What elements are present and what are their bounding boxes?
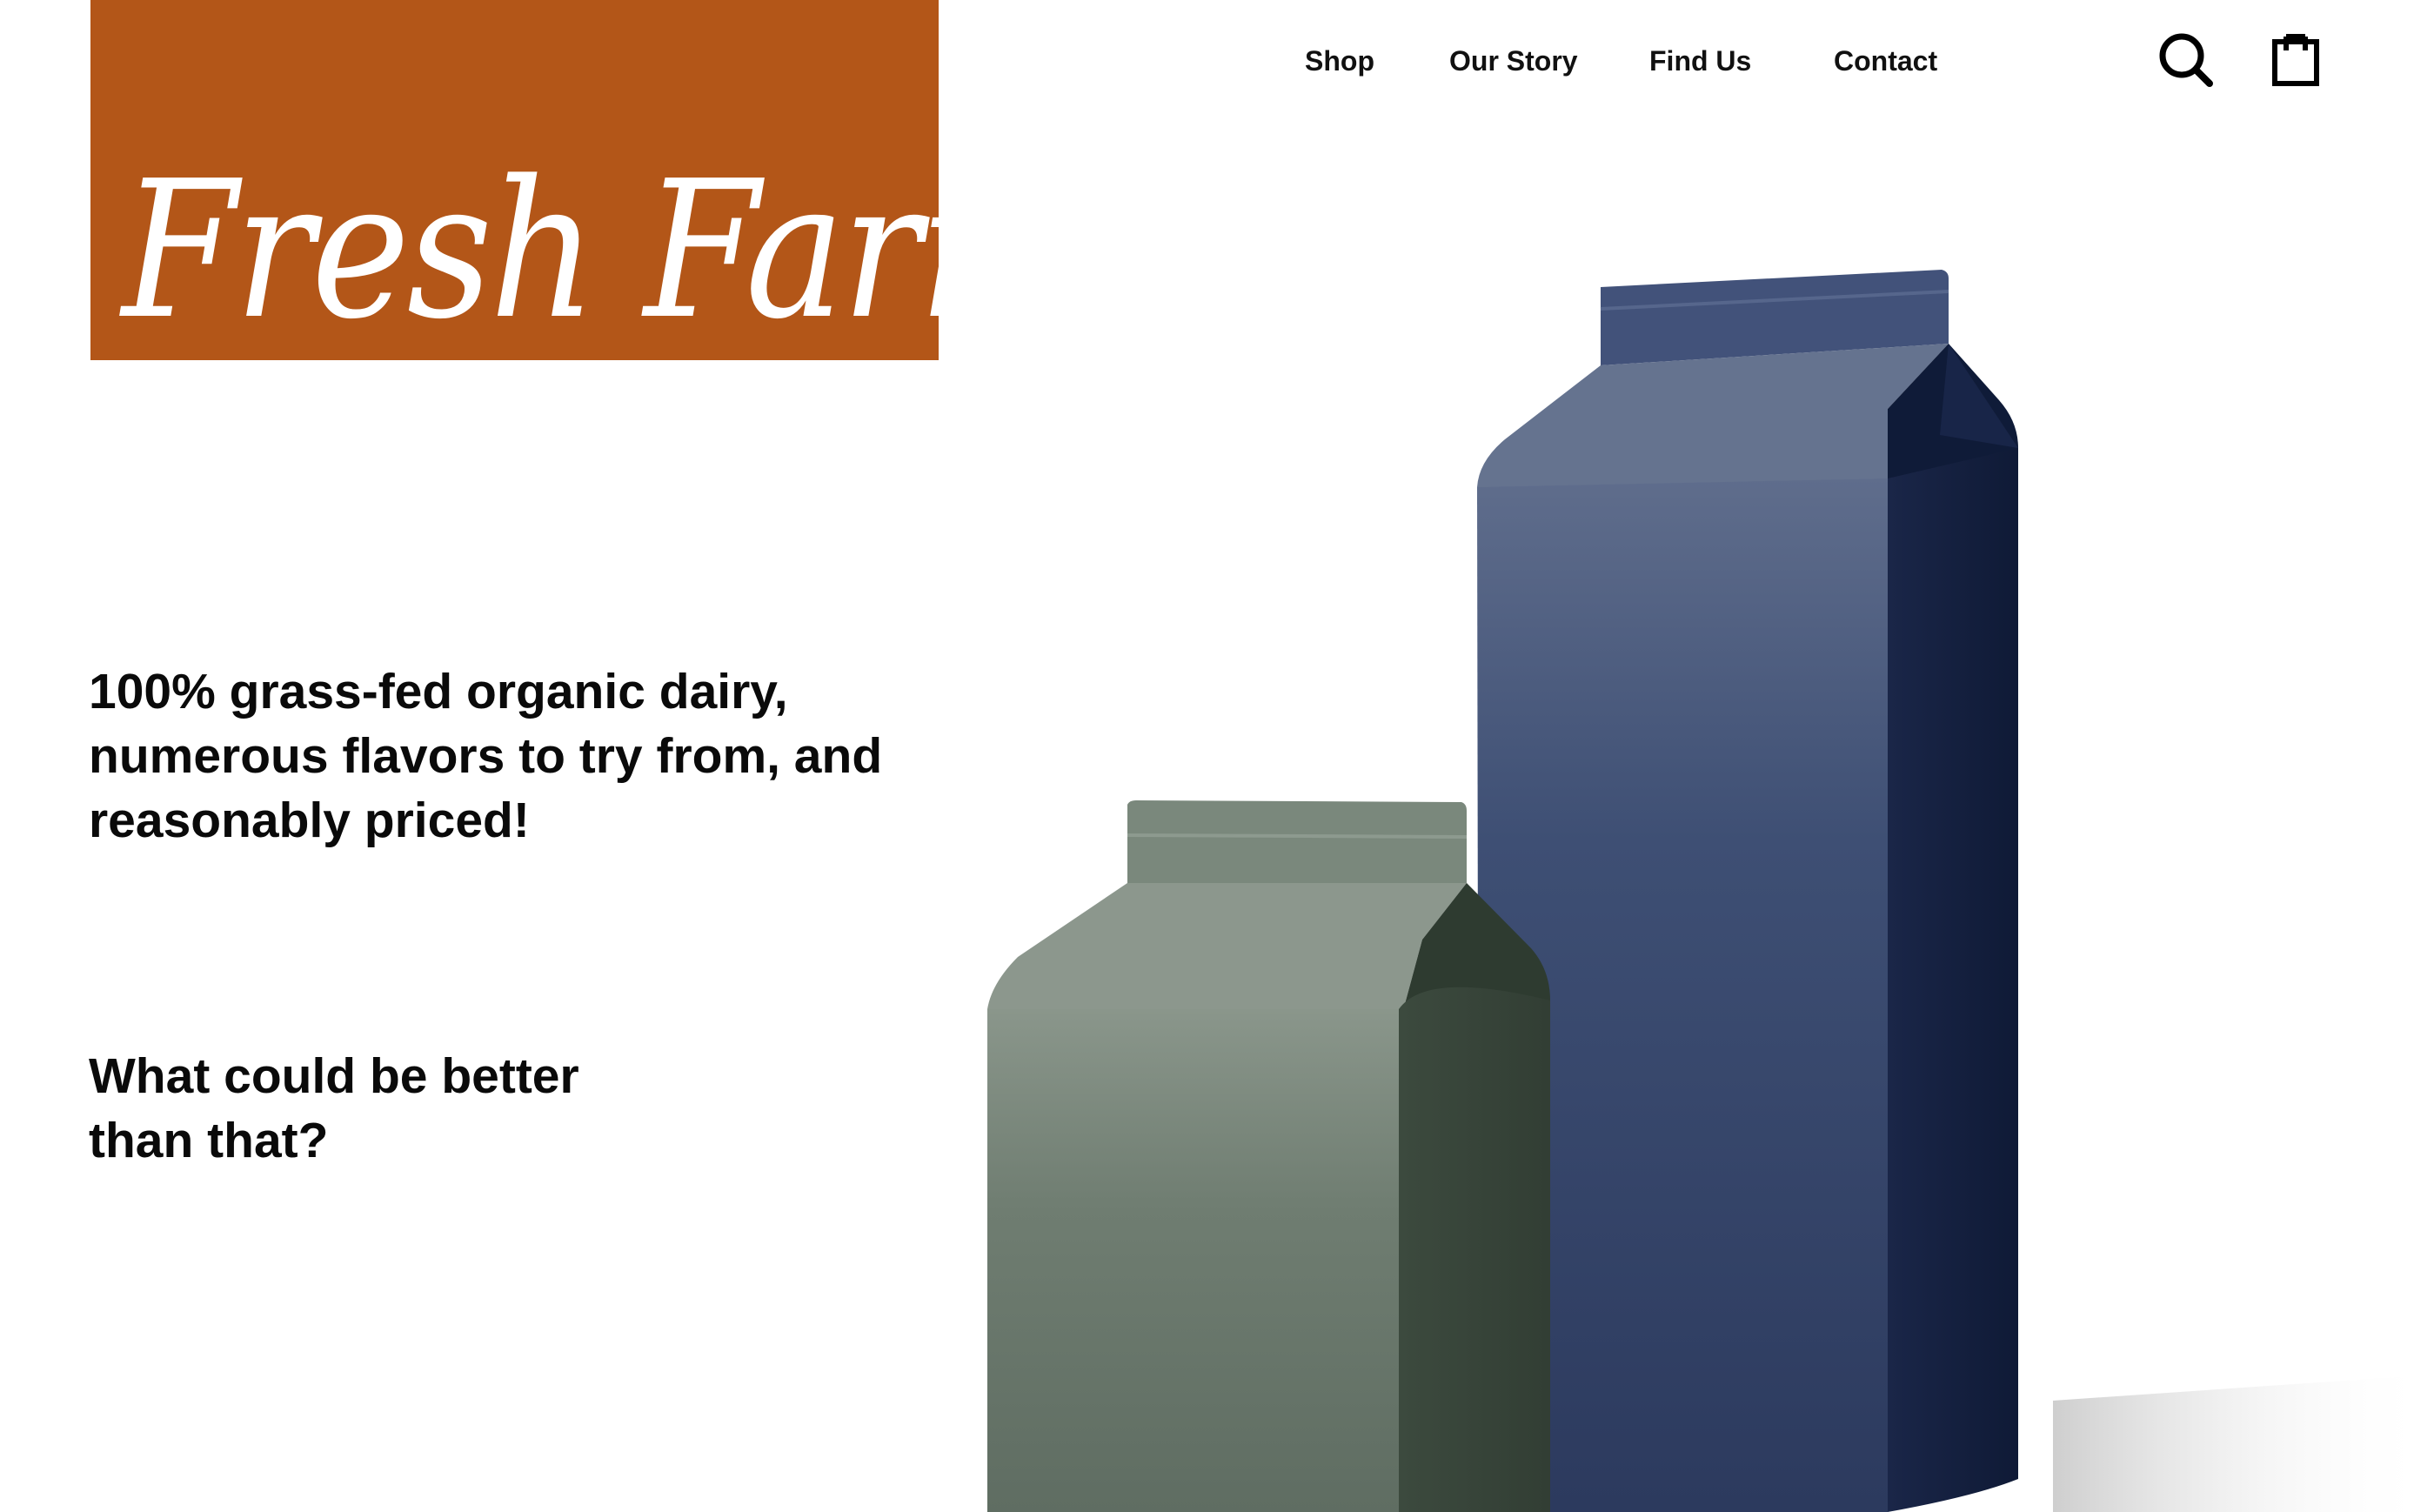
nav-item-find-us[interactable]: Find Us: [1649, 42, 1751, 80]
milk-cartons-image: [987, 270, 2434, 1512]
brand-logo[interactable]: Fresh Farms: [90, 0, 939, 360]
brand-logo-text: Fresh Farms: [122, 141, 939, 360]
hero-tagline: 100% grass-fed organic dairy, numerous f…: [89, 664, 883, 848]
nav-item-shop[interactable]: Shop: [1305, 42, 1374, 80]
cart-button[interactable]: [2265, 30, 2326, 90]
search-button[interactable]: [2156, 30, 2217, 90]
search-icon: [2159, 33, 2213, 87]
floor-shadow: [2053, 1375, 2434, 1512]
nav-item-our-story[interactable]: Our Story: [1449, 42, 1578, 80]
blue-milk-carton: [1477, 270, 2018, 1512]
hero-question: What could be better than that?: [89, 1048, 579, 1168]
nav-item-contact[interactable]: Contact: [1834, 42, 1937, 80]
green-milk-carton: [987, 800, 1550, 1512]
shopping-bag-icon: [2272, 34, 2319, 86]
landing-page: Fresh Farms Shop Our Story Find Us Conta…: [0, 0, 2434, 1512]
